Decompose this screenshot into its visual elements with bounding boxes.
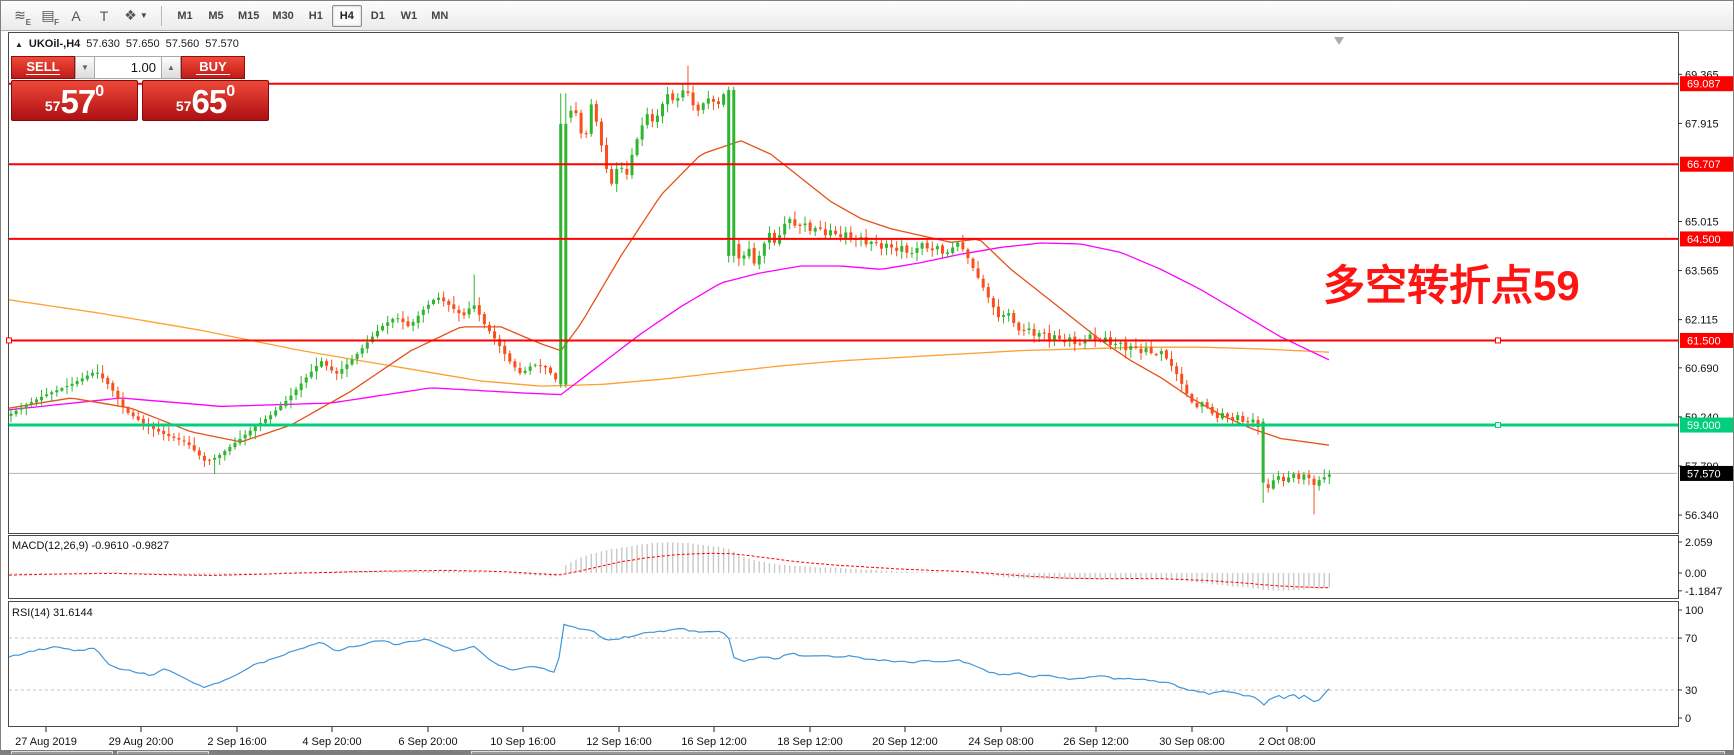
- svg-text:10 Sep 16:00: 10 Sep 16:00: [490, 736, 555, 748]
- panel-frames: [9, 33, 1679, 727]
- line-handle[interactable]: [1496, 338, 1501, 343]
- ohlc-open: 57.630: [86, 38, 120, 50]
- lots-input[interactable]: [95, 56, 161, 79]
- svg-text:20 Sep 12:00: 20 Sep 12:00: [872, 736, 937, 748]
- ohlc-low: 57.560: [166, 38, 200, 50]
- svg-text:61.500: 61.500: [1687, 335, 1721, 347]
- svg-text:57.570: 57.570: [1687, 468, 1721, 480]
- svg-text:70: 70: [1685, 633, 1697, 645]
- svg-text:MACD(12,26,9) -0.9610 -0.9827: MACD(12,26,9) -0.9610 -0.9827: [12, 540, 169, 552]
- sell-price-panel[interactable]: 57 57 0: [11, 80, 138, 121]
- svg-text:26 Sep 12:00: 26 Sep 12:00: [1063, 736, 1128, 748]
- svg-text:66.707: 66.707: [1687, 159, 1721, 171]
- svg-text:63.565: 63.565: [1685, 266, 1719, 278]
- buy-price-panel[interactable]: 57 65 0: [142, 80, 269, 121]
- buy-price-big: 65: [191, 87, 226, 117]
- lots-decrease-button[interactable]: ▼: [75, 56, 95, 79]
- buy-price-prefix: 57: [176, 98, 192, 114]
- svg-text:16 Sep 12:00: 16 Sep 12:00: [681, 736, 746, 748]
- ohlc-close: 57.570: [205, 38, 239, 50]
- tab-fragment[interactable]: [117, 751, 209, 755]
- svg-text:67.915: 67.915: [1685, 118, 1719, 130]
- svg-text:59.000: 59.000: [1687, 420, 1721, 432]
- annotation-text[interactable]: 多空转折点59: [1323, 262, 1580, 309]
- svg-text:6 Sep 20:00: 6 Sep 20:00: [398, 736, 457, 748]
- svg-text:4 Sep 20:00: 4 Sep 20:00: [302, 736, 361, 748]
- lots-increase-button[interactable]: ▲: [161, 56, 181, 79]
- trading-platform-window: ≋E▤FAT❖▼ M1M5M15M30H1H4D1W1MN 多空转折点5969.…: [0, 0, 1734, 755]
- tab-fragment[interactable]: [471, 751, 1725, 755]
- svg-text:0.00: 0.00: [1685, 568, 1706, 580]
- caret-up-icon: ▲: [167, 63, 175, 72]
- bottom-tab-strip[interactable]: [1, 750, 1734, 755]
- svg-text:30: 30: [1685, 685, 1697, 697]
- symbol-header: ▲ UKOil-,H4 57.630 57.650 57.560 57.570: [15, 38, 239, 50]
- svg-text:-1.1847: -1.1847: [1685, 586, 1722, 598]
- tab-fragment[interactable]: [11, 751, 113, 755]
- svg-text:18 Sep 12:00: 18 Sep 12:00: [777, 736, 842, 748]
- symbol-name: UKOil-,H4: [29, 38, 80, 50]
- svg-text:27 Aug 2019: 27 Aug 2019: [15, 736, 77, 748]
- svg-text:0: 0: [1685, 713, 1691, 725]
- svg-text:69.087: 69.087: [1687, 79, 1721, 91]
- svg-text:RSI(14) 31.6144: RSI(14) 31.6144: [12, 607, 93, 619]
- time-axis: 27 Aug 2019 29 Aug 20:00 2 Sep 16:00 4 Sep …: [15, 727, 1315, 748]
- svg-text:2 Oct 08:00: 2 Oct 08:00: [1259, 736, 1316, 748]
- sell-price-sup: 0: [95, 83, 104, 101]
- collapse-triangle-icon[interactable]: ▲: [15, 40, 23, 49]
- one-click-trading-widget: SELL ▼ ▲ BUY 57 57 0 57 65 0: [11, 56, 269, 121]
- svg-text:30 Sep 08:00: 30 Sep 08:00: [1159, 736, 1224, 748]
- line-handle[interactable]: [1496, 423, 1501, 428]
- price-axis: 69.36567.91565.01563.56562.11560.69059.2…: [1678, 69, 1733, 522]
- svg-text:2 Sep 16:00: 2 Sep 16:00: [207, 736, 266, 748]
- svg-text:2.059: 2.059: [1685, 537, 1713, 549]
- svg-text:62.115: 62.115: [1685, 315, 1718, 327]
- buy-button[interactable]: BUY: [181, 56, 245, 79]
- ohlc-high: 57.650: [126, 38, 160, 50]
- svg-text:64.500: 64.500: [1687, 234, 1721, 246]
- svg-text:29 Aug 20:00: 29 Aug 20:00: [109, 736, 174, 748]
- line-handle[interactable]: [7, 338, 12, 343]
- sell-price-big: 57: [60, 87, 95, 117]
- svg-text:12 Sep 16:00: 12 Sep 16:00: [586, 736, 651, 748]
- svg-text:24 Sep 08:00: 24 Sep 08:00: [968, 736, 1033, 748]
- svg-text:56.340: 56.340: [1685, 510, 1719, 522]
- sell-price-prefix: 57: [45, 98, 61, 114]
- svg-text:65.015: 65.015: [1685, 216, 1719, 228]
- svg-text:100: 100: [1685, 605, 1703, 617]
- caret-down-icon: ▼: [81, 63, 89, 72]
- svg-text:60.690: 60.690: [1685, 363, 1719, 375]
- buy-price-sup: 0: [226, 83, 235, 101]
- sell-button[interactable]: SELL: [11, 56, 75, 79]
